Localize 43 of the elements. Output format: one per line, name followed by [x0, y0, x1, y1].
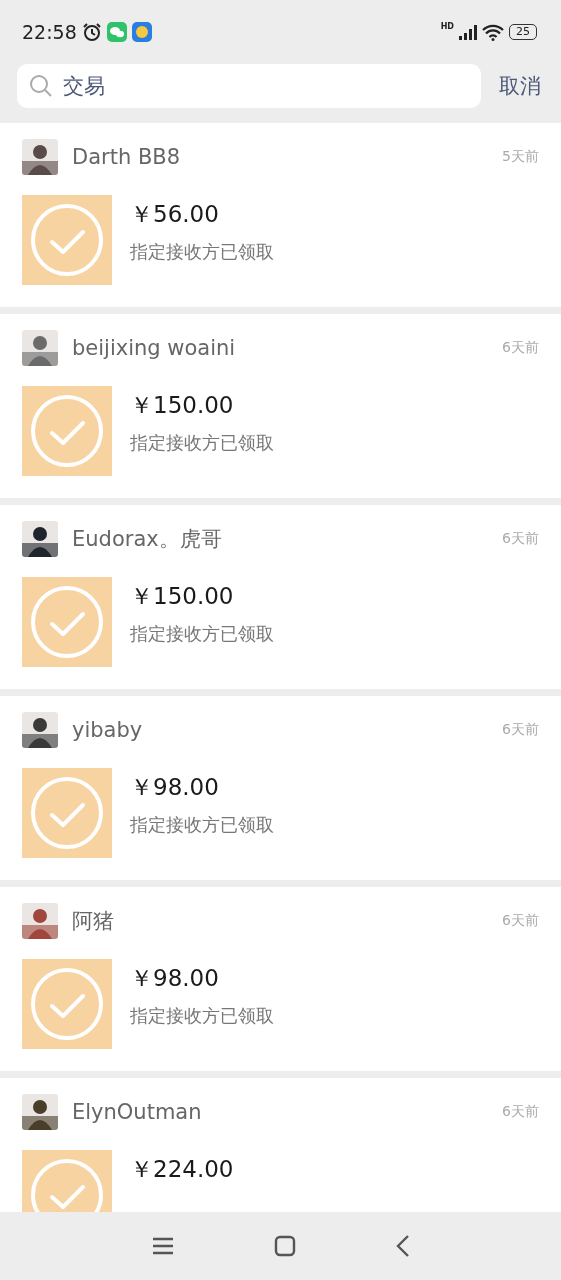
sender-name: beijixing woaini: [72, 336, 237, 360]
transaction-card[interactable]: yibaby 6天前 ￥98.00 指定接收方已领取: [0, 696, 561, 880]
transaction-card[interactable]: 阿猪 6天前 ￥98.00 指定接收方已领取: [0, 887, 561, 1071]
transaction-time: 6天前: [502, 912, 539, 930]
sender-name: Eudorax。虎哥: [72, 526, 223, 553]
back-icon[interactable]: [395, 1234, 410, 1258]
transfer-status: 指定接收方已领取: [130, 622, 274, 646]
amount: ￥150.00: [130, 582, 235, 611]
cancel-button[interactable]: 取消: [499, 72, 541, 100]
sender-name: yibaby: [72, 718, 144, 742]
transfer-status: 指定接收方已领取: [130, 813, 274, 837]
home-icon[interactable]: [273, 1235, 296, 1257]
sender-name: 阿猪: [72, 908, 115, 935]
signal-icon: [459, 24, 477, 40]
transfer-status: 指定接收方已领取: [130, 431, 274, 455]
transaction-card[interactable]: Eudorax。虎哥 6天前 ￥150.00 指定接收方已领取: [0, 505, 561, 689]
wifi-icon: [482, 23, 504, 41]
sender-name: ElynOutman: [72, 1100, 203, 1124]
amount: ￥224.00: [130, 1155, 234, 1184]
search-icon: [29, 74, 53, 98]
amount: ￥56.00: [130, 200, 220, 229]
transaction-time: 5天前: [502, 148, 539, 166]
amount: ￥98.00: [130, 964, 220, 993]
sender-name: Darth BB8: [72, 145, 182, 169]
transaction-card[interactable]: Darth BB8 5天前 ￥56.00 指定接收方已领取: [0, 123, 561, 307]
battery-level: 25: [509, 24, 537, 40]
alarm-clock-icon: [81, 22, 102, 42]
transaction-time: 6天前: [502, 530, 539, 548]
clock-time: 22:58: [22, 21, 77, 43]
transaction-card[interactable]: ElynOutman 6天前 ￥224.00: [0, 1078, 561, 1212]
search-field[interactable]: 交易: [17, 64, 481, 108]
transfer-status: 指定接收方已领取: [130, 240, 274, 264]
transaction-time: 6天前: [502, 1103, 539, 1121]
transaction-time: 6天前: [502, 339, 539, 357]
amount: ￥98.00: [130, 773, 220, 802]
transfer-status: 指定接收方已领取: [130, 1004, 274, 1028]
transaction-time: 6天前: [502, 721, 539, 739]
network-label: HD: [440, 21, 454, 31]
chat-app-icon: [106, 22, 127, 42]
app-icon: [131, 22, 152, 42]
amount: ￥150.00: [130, 391, 235, 420]
menu-icon[interactable]: [151, 1236, 174, 1256]
transaction-card[interactable]: beijixing woaini 6天前 ￥150.00 指定接收方已领取: [0, 314, 561, 498]
